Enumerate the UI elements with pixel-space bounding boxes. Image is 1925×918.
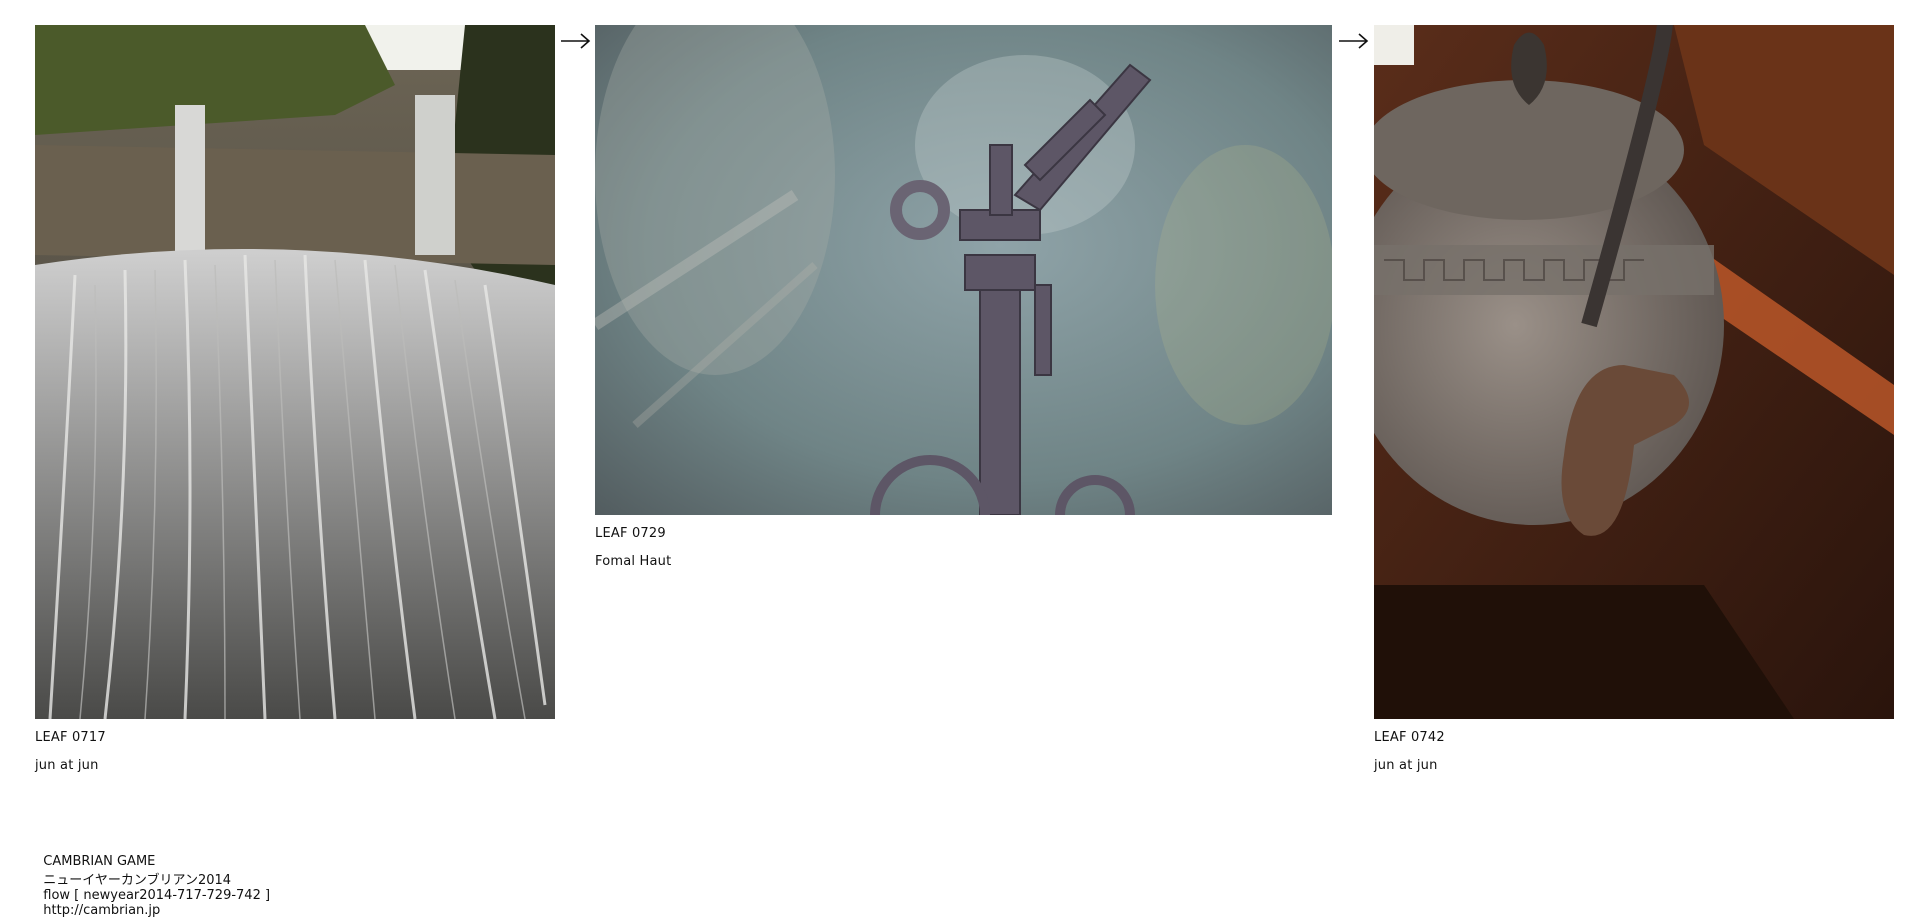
site-link[interactable]: http://cambrian.jp	[43, 903, 160, 918]
leaf-title: LEAF 0742	[1374, 730, 1445, 745]
leaf-image-kettle[interactable]	[1374, 25, 1894, 719]
page-footer: CAMBRIAN GAME ニューイヤーカンブリアン2014 flow [ ne…	[35, 839, 280, 918]
leaf-author[interactable]: Fomal Haut	[595, 554, 671, 569]
leaf-card-0742: LEAF 0742 jun at jun	[1374, 25, 1894, 785]
flow-label: flow [ newyear2014-717-729-742 ]	[43, 888, 271, 903]
leaf-image-waterfall[interactable]	[35, 25, 555, 719]
event-label: ニューイヤーカンブリアン2014	[43, 873, 232, 888]
leaf-image-sprinkler[interactable]	[595, 25, 1332, 515]
leaf-card-0729: LEAF 0729 Fomal Haut	[595, 25, 1332, 585]
leaf-author[interactable]: jun at jun	[1374, 758, 1438, 773]
leaf-card-0717: LEAF 0717 jun at jun	[35, 25, 555, 785]
right-arrow-icon	[1337, 30, 1371, 52]
leaf-title: LEAF 0729	[595, 526, 666, 541]
brand-label: CAMBRIAN GAME	[43, 854, 156, 869]
leaf-author[interactable]: jun at jun	[35, 758, 99, 773]
leaf-title: LEAF 0717	[35, 730, 106, 745]
right-arrow-icon	[559, 30, 593, 52]
